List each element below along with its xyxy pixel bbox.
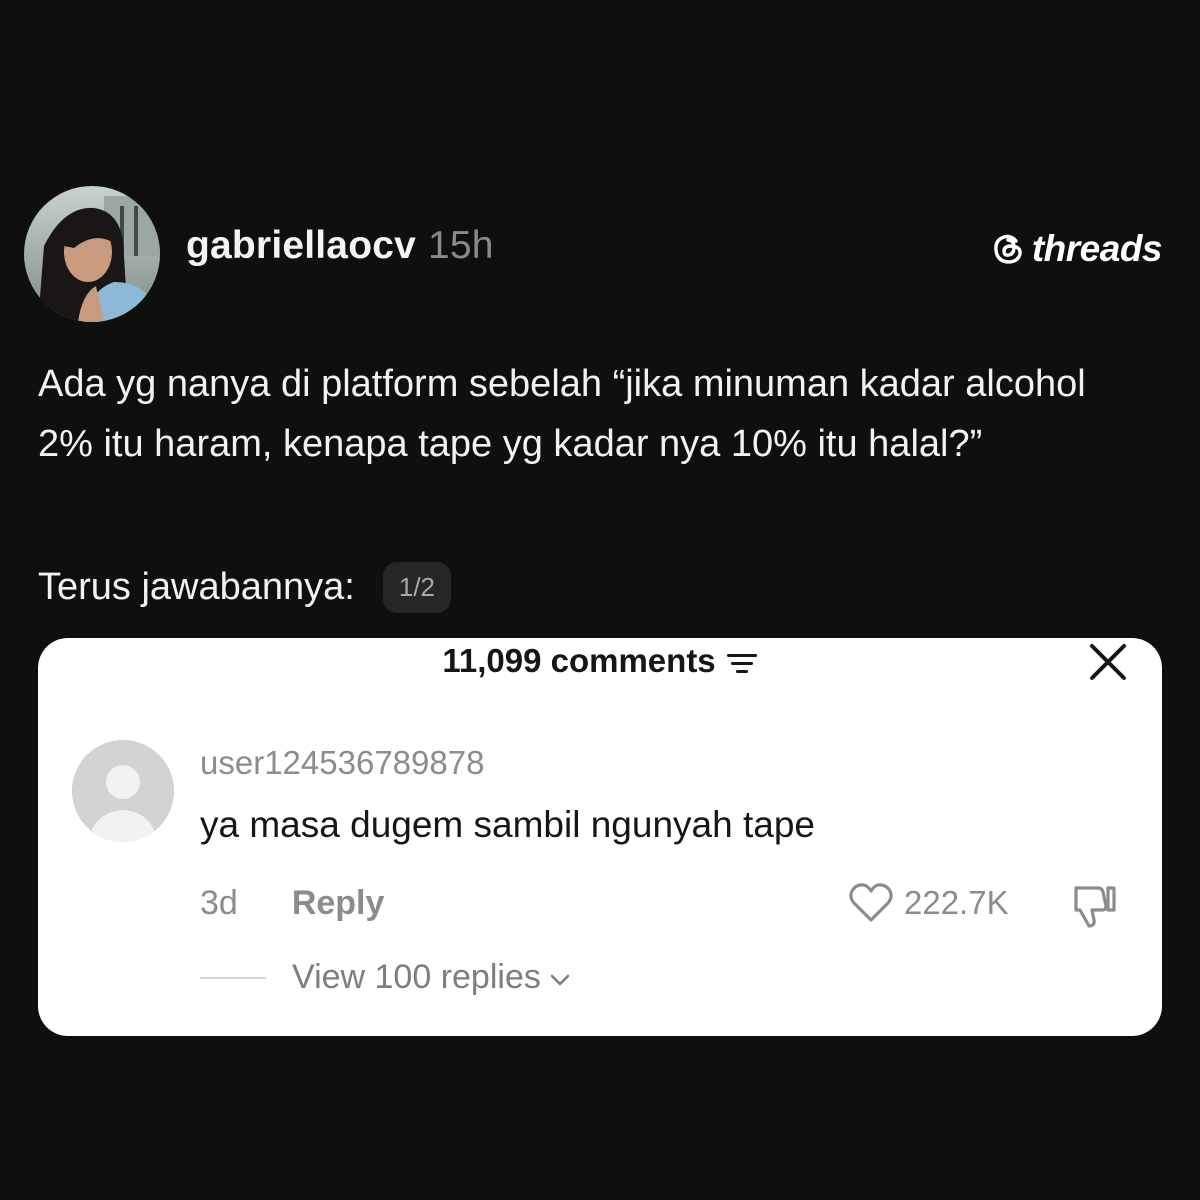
close-button[interactable] xyxy=(1088,642,1128,682)
post-text: Ada yg nanya di platform sebelah “jika m… xyxy=(38,363,1086,465)
threads-logo-icon xyxy=(994,234,1022,264)
threads-brand: threads xyxy=(990,228,1163,270)
comments-count: 11,099 comments xyxy=(442,642,716,679)
chevron-down-icon[interactable] xyxy=(549,973,571,987)
post-text-continued: Terus jawabannya: 1/2 xyxy=(38,562,452,613)
default-user-icon xyxy=(72,740,174,842)
post-author[interactable]: gabriellaocv 15h xyxy=(186,224,494,268)
comment-text: ya masa dugem sambil ngunyah tape xyxy=(200,804,815,845)
page-indicator[interactable]: 1/2 xyxy=(382,562,452,613)
comment-avatar[interactable] xyxy=(72,740,174,842)
brand-name: threads xyxy=(1031,228,1163,269)
like-count: 222.7K xyxy=(904,884,1009,921)
comments-card: 11,099 comments user124536789878 ya masa… xyxy=(38,638,1162,1036)
comments-header: 11,099 comments xyxy=(38,638,1162,684)
post-text-2: Terus jawabannya: xyxy=(38,566,355,608)
close-icon[interactable] xyxy=(1088,642,1128,682)
heart-icon[interactable] xyxy=(848,882,894,924)
profile-photo-icon xyxy=(24,186,160,322)
filter-icon[interactable] xyxy=(726,644,758,682)
view-replies-label[interactable]: View 100 replies xyxy=(292,958,541,997)
post-timestamp: 15h xyxy=(428,224,494,267)
comment-meta: 3d Reply xyxy=(200,884,384,923)
username[interactable]: gabriellaocv xyxy=(186,224,416,267)
avatar[interactable] xyxy=(24,186,160,322)
like-control[interactable]: 222.7K xyxy=(848,882,1009,924)
view-replies-button[interactable]: View 100 replies xyxy=(200,958,571,997)
comment-age: 3d xyxy=(200,884,238,922)
replies-divider xyxy=(200,976,266,979)
comment-username[interactable]: user124536789878 xyxy=(200,744,484,782)
reply-button[interactable]: Reply xyxy=(292,884,385,923)
dislike-icon[interactable] xyxy=(1068,884,1118,930)
